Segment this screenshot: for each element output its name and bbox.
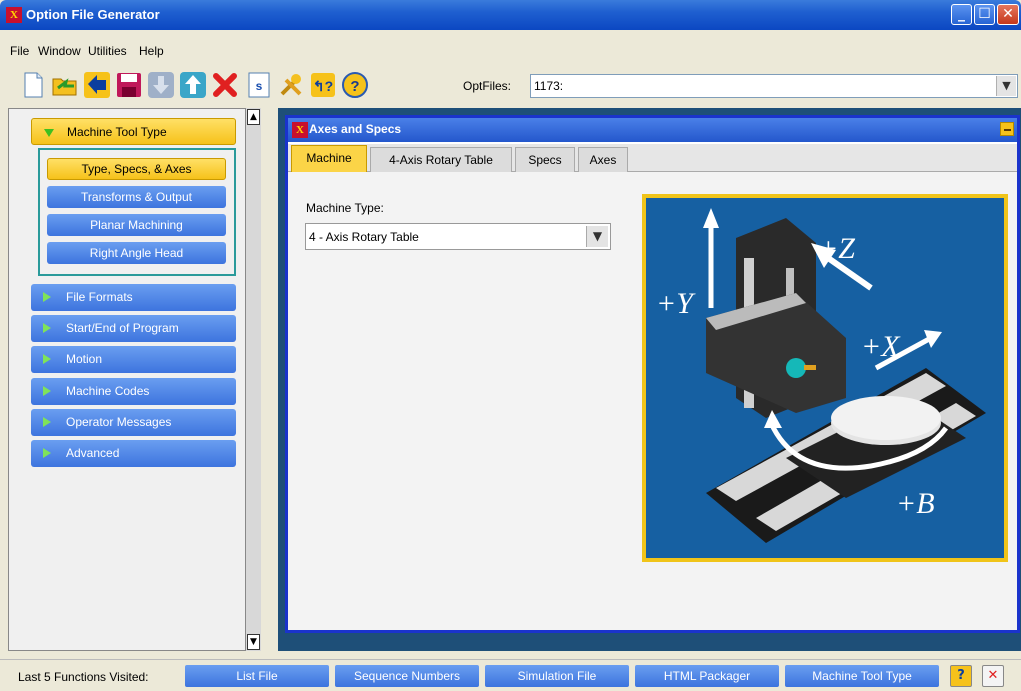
sidebar-item-motion[interactable]: Motion [31,346,236,373]
optfiles-select[interactable]: 1173: ▼ [530,74,1018,98]
sidebar-item-label: Machine Tool Type [67,125,167,139]
tab-machine[interactable]: Machine [291,145,367,172]
recent-sequence-numbers-button[interactable]: Sequence Numbers [335,665,479,687]
maximize-icon: ☐ [978,6,991,22]
tab-axes[interactable]: Axes [578,147,628,172]
sidebar-item-label: File Formats [66,290,133,304]
sidebar-item-label: Advanced [66,446,120,460]
sidebar-item-file-formats[interactable]: File Formats [31,284,236,311]
subitem-type-specs-axes[interactable]: Type, Specs, & Axes [47,158,226,180]
axis-label-z: +Z [818,232,855,265]
sidebar-scrollbar[interactable]: ▲ ▼ [245,108,261,651]
tab-4-axis-rotary-table[interactable]: 4-Axis Rotary Table [370,147,512,172]
maximize-button[interactable]: ☐ [974,4,995,25]
recent-simulation-file-button[interactable]: Simulation File [485,665,629,687]
context-help-icon[interactable]: ? [950,665,972,687]
optfiles-label: OptFiles: [463,79,512,93]
recent-list-file-button[interactable]: List File [185,665,329,687]
axis-label-b: +B [896,487,935,520]
sidebar-item-label: Operator Messages [66,415,172,429]
sidebar-item-machine-tool-type[interactable]: Machine Tool Type [31,118,236,145]
sidebar-item-label: Machine Codes [66,384,150,398]
tab-specs[interactable]: Specs [515,147,575,172]
scroll-up-icon[interactable]: ▲ [247,109,260,125]
machine-illustration: +Y +Z +X +B [642,194,1008,562]
app-icon: X [6,7,22,23]
axis-label-x: +X [861,330,901,363]
machine-type-select[interactable]: 4 - Axis Rotary Table ▼ [305,223,611,250]
sidebar-item-label: Motion [66,352,103,366]
script-icon[interactable]: s [244,70,274,100]
collapsed-triangle-icon [43,323,51,333]
status-bar: Last 5 Functions Visited: List File Sequ… [0,659,1021,691]
tab-strip: Machine 4-Axis Rotary Table Specs Axes [288,144,1017,172]
delete-x-icon[interactable] [210,70,240,100]
collapsed-triangle-icon [43,386,51,396]
collapsed-triangle-icon [43,417,51,427]
close-button[interactable]: ✕ [997,4,1019,25]
tools-icon[interactable] [276,70,306,100]
close-icon[interactable]: ✕ [982,665,1004,687]
save-icon[interactable] [114,70,144,100]
recent-machine-tool-type-button[interactable]: Machine Tool Type [785,665,939,687]
close-icon: ✕ [1002,6,1014,22]
svg-text:?: ? [350,78,359,95]
recent-html-packager-button[interactable]: HTML Packager [635,665,779,687]
menu-file[interactable]: File [10,44,29,58]
scroll-down-icon[interactable]: ▼ [247,634,260,650]
down-arrow-icon[interactable] [146,70,176,100]
sidebar-item-label: Start/End of Program [66,321,179,335]
up-arrow-icon[interactable] [178,70,208,100]
optfiles-value: 1173: [534,79,564,93]
sidebar-item-operator-messages[interactable]: Operator Messages [31,409,236,436]
recent-functions-label: Last 5 Functions Visited: [18,670,149,684]
menu-help[interactable]: Help [139,44,164,58]
window-title: Option File Generator [26,7,160,22]
app-icon: X [292,122,308,138]
collapsed-triangle-icon [43,292,51,302]
chevron-down-icon[interactable]: ▼ [996,76,1016,96]
axis-label-y: +Y [656,287,696,320]
open-folder-icon[interactable] [50,70,80,100]
title-bar: X Option File Generator _ ☐ ✕ [0,0,1021,30]
subitem-right-angle-head[interactable]: Right Angle Head [47,242,226,264]
menu-utilities[interactable]: Utilities [88,44,127,58]
help-icon[interactable]: ? [340,70,370,100]
new-file-icon[interactable] [18,70,48,100]
sidebar-item-machine-codes[interactable]: Machine Codes [31,378,236,405]
collapsed-triangle-icon [43,354,51,364]
svg-text:↰?: ↰? [313,78,333,94]
minimize-button[interactable]: _ [951,4,972,25]
panel-title: Axes and Specs [309,122,402,136]
minimize-icon: _ [958,6,965,22]
menu-window[interactable]: Window [38,44,81,58]
panel-title-bar: X Axes and Specs [288,118,1017,142]
context-help-icon[interactable]: ↰? [308,70,338,100]
collapsed-triangle-icon [43,448,51,458]
svg-text:s: s [256,79,263,93]
subitem-planar-machining[interactable]: Planar Machining [47,214,226,236]
chevron-down-icon[interactable]: ▼ [586,226,608,247]
machine-type-label: Machine Type: [306,201,384,215]
machine-type-value: 4 - Axis Rotary Table [309,230,419,244]
sidebar-item-start-end-program[interactable]: Start/End of Program [31,315,236,342]
back-arrow-icon[interactable] [82,70,112,100]
expanded-triangle-icon [44,129,54,137]
panel-minimize-button[interactable] [1000,122,1014,136]
menu-bar: File Window Utilities Help [0,40,1021,62]
subitem-transforms-output[interactable]: Transforms & Output [47,186,226,208]
toolbar: s ↰? ? OptFiles: 1173: ▼ [0,66,1021,104]
sidebar-item-advanced[interactable]: Advanced [31,440,236,467]
